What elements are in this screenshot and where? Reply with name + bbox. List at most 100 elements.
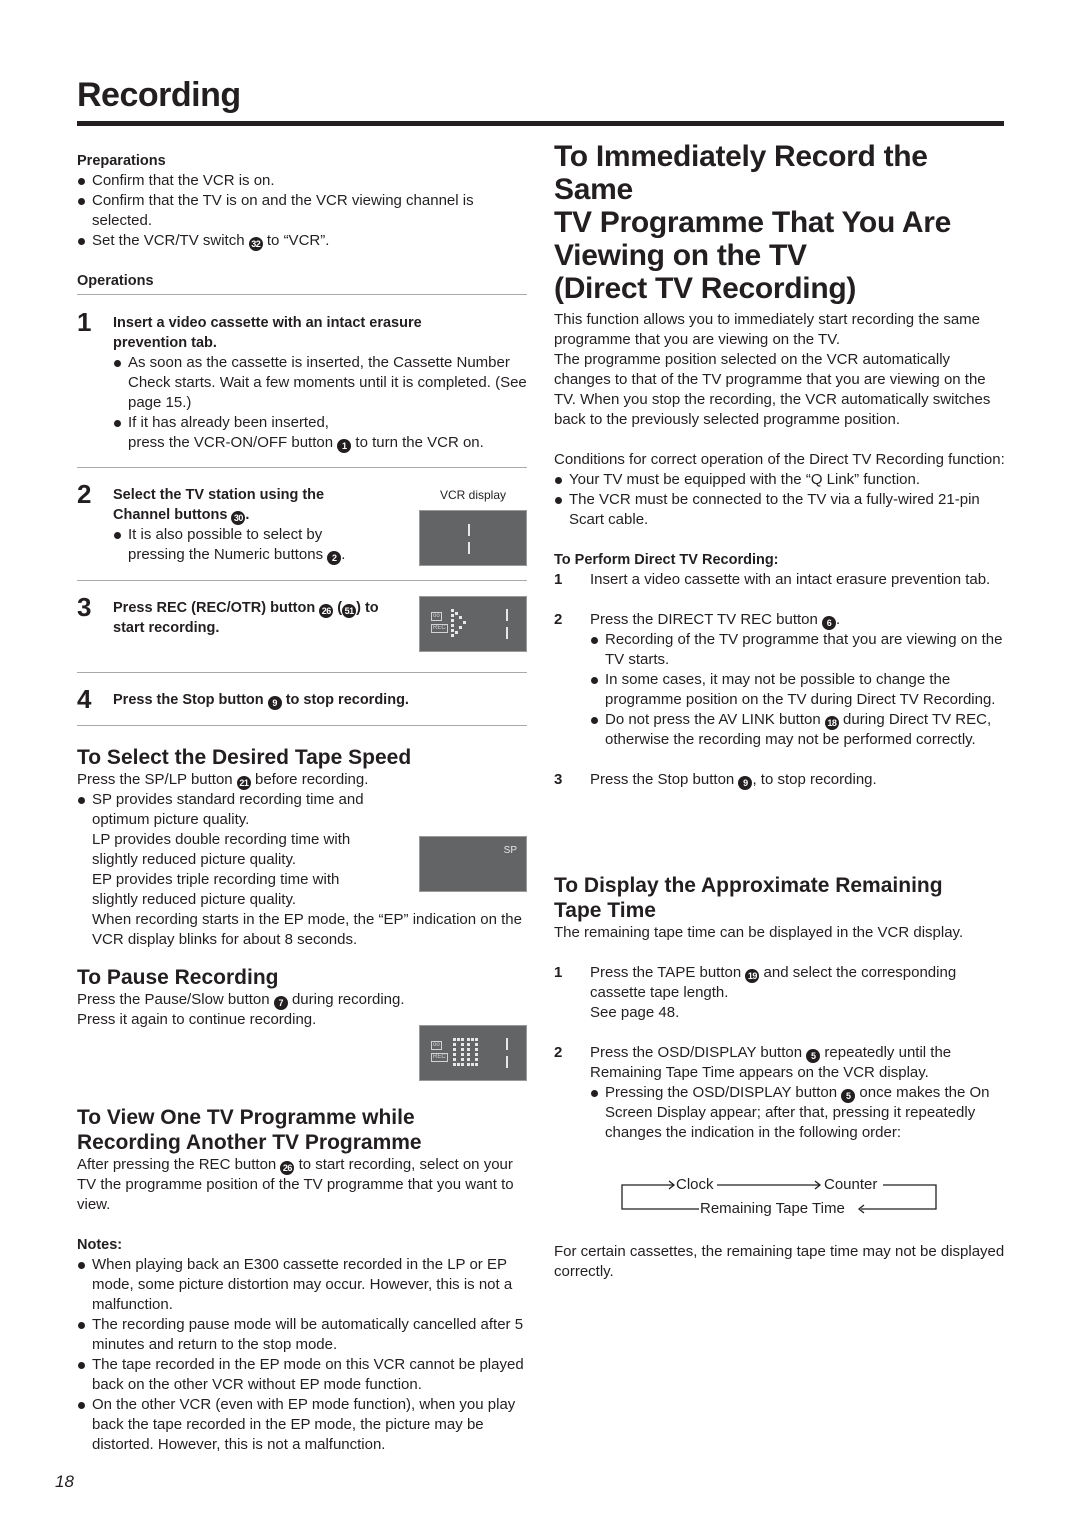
conditions-text: Conditions for correct operation of the … xyxy=(554,451,1005,468)
display-segment xyxy=(506,627,508,639)
ref-number-icon: 32 xyxy=(248,237,263,251)
notes-section: Notes: When playing back an E300 cassett… xyxy=(77,1235,527,1455)
bullet-icon xyxy=(114,360,121,367)
ref-number-icon: 5 xyxy=(806,1049,821,1063)
remaining-footer: For certain cassettes, the remaining tap… xyxy=(554,1243,1005,1280)
ref-number-icon: 1 xyxy=(337,439,352,453)
page-title: Recording xyxy=(77,76,241,114)
step-number: 1 xyxy=(77,307,92,337)
cassette-icon: οο xyxy=(431,612,442,621)
perform-bullet: Recording of the TV programme that you a… xyxy=(590,630,1009,670)
remaining-heading: To Display the Approximate Remaining Tap… xyxy=(554,874,943,922)
display-segment xyxy=(468,524,470,536)
tape-speed-heading: To Select the Desired Tape Speed xyxy=(77,746,412,769)
arrow-to-clock xyxy=(621,1184,673,1203)
step-title: Press the Stop button 9 to stop recordin… xyxy=(113,692,409,710)
divider xyxy=(77,725,527,726)
preparations-heading: Preparations xyxy=(77,153,166,169)
ref-number-icon: 7 xyxy=(273,996,288,1010)
bullet-icon xyxy=(591,637,598,644)
pause-section: To Pause Recording Press the Pause/Slow … xyxy=(77,965,527,1030)
bullet-icon xyxy=(78,1322,85,1329)
perform-step: 3 Press the Stop button 9, to stop record… xyxy=(554,771,877,790)
ref-number-icon: 9 xyxy=(738,776,753,790)
display-segment xyxy=(506,1038,508,1050)
step-bullet: It is also possible to select by pressin… xyxy=(113,525,383,565)
remaining-section: To Display the Approximate Remaining Tap… xyxy=(554,873,1009,1143)
remaining-step: 1 Press the TAPE button 19 and select the… xyxy=(554,964,957,1021)
cassette-icon: οο xyxy=(431,1041,442,1050)
step-bullet: As soon as the cassette is inserted, the… xyxy=(113,353,527,413)
arrow-back-to-clock xyxy=(621,1203,699,1210)
direct-tv-heading: To Immediately Record the Same TV Progra… xyxy=(554,140,952,305)
bullet-icon xyxy=(78,238,85,245)
flow-counter: Counter xyxy=(824,1176,878,1193)
note-item: The recording pause mode will be automat… xyxy=(77,1315,527,1355)
bullet-icon xyxy=(555,477,562,484)
ep-note: When recording starts in the EP mode, th… xyxy=(92,911,522,948)
perform-step: 2 Press the DIRECT TV REC button 6. xyxy=(554,611,841,630)
step-number: 3 xyxy=(77,592,92,622)
vcr-display-pause: οο REC xyxy=(419,1025,527,1081)
bullet-icon xyxy=(591,677,598,684)
note-item: On the other VCR (even with EP mode func… xyxy=(77,1395,527,1455)
ref-number-icon: 6 xyxy=(822,616,837,630)
perform-bullet: Do not press the AV LINK button 18 durin… xyxy=(590,710,1009,750)
ref-number-icon: 18 xyxy=(824,716,839,730)
step-title: Insert a video cassette with an intact e… xyxy=(113,315,422,351)
ref-number-icon: 51 xyxy=(342,604,357,618)
page-number: 18 xyxy=(55,1472,74,1491)
remaining-intro: The remaining tape time can be displayed… xyxy=(554,924,964,941)
display-segment xyxy=(506,609,508,621)
preparations-section: Preparations Confirm that the VCR is on.… xyxy=(77,151,527,251)
operations-heading-wrap: Operations xyxy=(77,271,527,291)
title-rule xyxy=(77,121,1004,126)
ref-number-icon: 21 xyxy=(236,776,251,790)
bullet-icon xyxy=(78,1402,85,1409)
divider xyxy=(77,580,527,581)
bullet-icon xyxy=(78,797,85,804)
bullet-icon xyxy=(591,717,598,724)
tape-speed-intro: Press the SP/LP button 21 before recordi… xyxy=(77,771,369,790)
step-title: Press REC (REC/OTR) button 26 (51) to st… xyxy=(113,600,379,636)
bullet-icon xyxy=(78,1362,85,1369)
perform-step: 1 Insert a video cassette with an intact … xyxy=(554,571,991,588)
step-title: Select the TV station using the Channel … xyxy=(113,487,325,525)
prep-item: Confirm that the VCR is on. xyxy=(77,171,527,191)
display-order-diagram: Clock Counter Remaining Tape Time xyxy=(621,1175,941,1217)
operations-heading: Operations xyxy=(77,273,154,289)
perform-heading: To Perform Direct TV Recording: xyxy=(554,552,779,568)
vcr-display-speed: SP xyxy=(419,836,527,892)
divider xyxy=(77,294,527,295)
prep-item: Confirm that the TV is on and the VCR vi… xyxy=(77,191,527,231)
prep-item: Set the VCR/TV switch 32 to “VCR”. xyxy=(77,231,527,251)
direct-tv-intro2: The programme position selected on the V… xyxy=(554,351,991,428)
step-number: 2 xyxy=(77,479,92,509)
flow-remaining: Remaining Tape Time xyxy=(700,1200,845,1217)
ref-number-icon: 19 xyxy=(745,969,760,983)
condition-item: The VCR must be connected to the TV via … xyxy=(554,490,1009,530)
direct-tv-section: To Immediately Record the Same TV Progra… xyxy=(554,140,1009,790)
ep-description: EP provides triple recording time with s… xyxy=(92,871,340,908)
view-other-heading: To View One TV Programme while Recording… xyxy=(77,1106,422,1154)
view-other-section: To View One TV Programme while Recording… xyxy=(77,1106,514,1213)
ref-number-icon: 30 xyxy=(231,511,246,525)
divider xyxy=(77,672,527,673)
divider xyxy=(77,467,527,468)
note-item: The tape recorded in the EP mode on this… xyxy=(77,1355,527,1395)
notes-heading: Notes: xyxy=(77,1237,123,1253)
pause-heading: To Pause Recording xyxy=(77,966,279,989)
lp-description: LP provides double recording time with s… xyxy=(92,831,351,868)
flow-clock: Clock xyxy=(676,1176,714,1193)
vcr-display-recording: οο REC xyxy=(419,596,527,652)
speed-indicator: SP xyxy=(503,845,517,856)
perform-bullet: In some cases, it may not be possible to… xyxy=(590,670,1009,710)
bullet-icon xyxy=(78,1262,85,1269)
rec-indicator-icon: REC xyxy=(431,1053,448,1062)
ref-number-icon: 26 xyxy=(319,604,334,618)
rec-indicator-icon: REC xyxy=(431,624,448,633)
step-bullet: If it has already been inserted, press th… xyxy=(113,413,527,453)
vcr-display-label: VCR display xyxy=(440,488,507,502)
step-number: 4 xyxy=(77,684,92,714)
bullet-icon xyxy=(78,178,85,185)
